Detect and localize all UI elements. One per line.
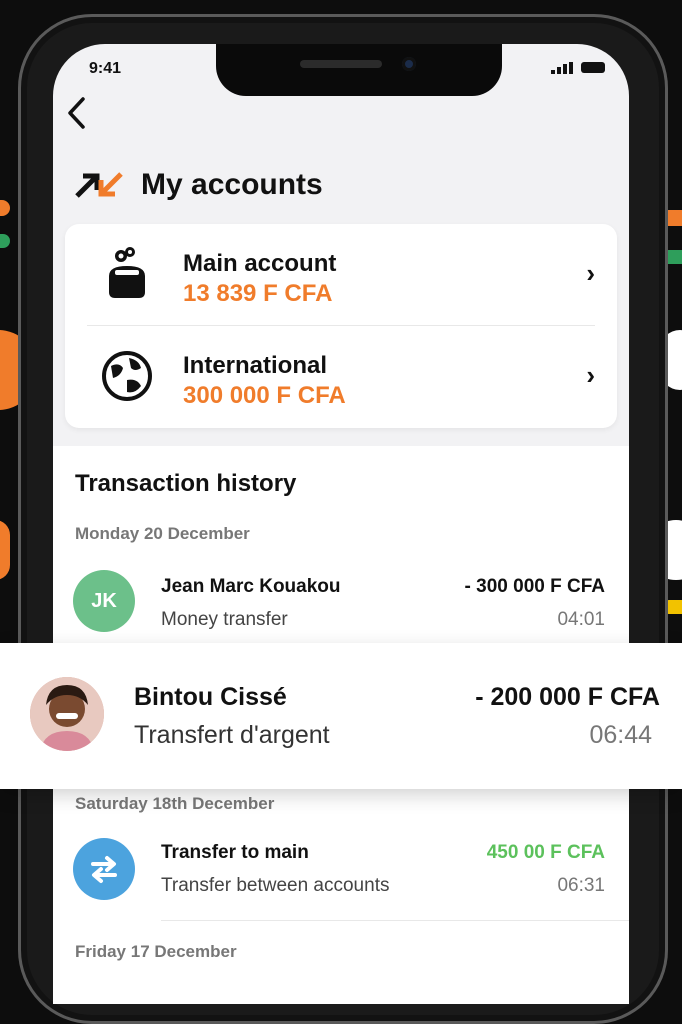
transaction-description: Transfert d'argent <box>134 721 330 749</box>
camera-icon <box>402 57 416 71</box>
section-title: Transaction history <box>75 470 297 497</box>
transaction-time: 04:01 <box>557 609 605 630</box>
transaction-amount: - 200 000 F CFA <box>475 683 660 711</box>
avatar: JK <box>73 570 135 632</box>
transaction-name: Bintou Cissé <box>134 683 287 711</box>
highlighted-transaction[interactable]: Bintou Cissé Transfert d'argent - 200 00… <box>0 643 682 789</box>
transaction-amount: 450 00 F CFA <box>486 842 605 863</box>
transaction-name: Transfer to main <box>161 842 309 863</box>
transaction-description: Money transfer <box>161 609 288 630</box>
date-header: Saturday 18th December <box>75 794 275 813</box>
account-international[interactable]: International 300 000 F CFA › <box>65 326 617 426</box>
transaction-amount: - 300 000 F CFA <box>464 576 605 597</box>
chevron-left-icon <box>68 97 85 129</box>
transfer-arrows-icon <box>75 172 123 198</box>
date-header: Friday 17 December <box>75 942 237 961</box>
transaction-time: 06:44 <box>589 721 652 749</box>
account-main[interactable]: Main account 13 839 F CFA › <box>65 224 617 324</box>
account-name: Main account <box>183 250 337 277</box>
transaction-description: Transfer between accounts <box>161 875 390 896</box>
account-name: International <box>183 352 328 379</box>
speaker <box>300 60 382 68</box>
status-time: 9:41 <box>89 60 122 77</box>
transaction-time: 06:31 <box>557 875 605 896</box>
accounts-card: Main account 13 839 F CFA › Internationa… <box>65 224 617 428</box>
back-button[interactable] <box>65 96 87 136</box>
divider <box>161 920 629 921</box>
account-balance: 300 000 F CFA <box>183 382 346 409</box>
globe-icon <box>102 351 152 401</box>
app-screen: 9:41 My accounts Main account 13 839 F C… <box>53 44 629 1004</box>
chevron-right-icon: › <box>586 360 595 390</box>
page-title: My accounts <box>141 168 323 201</box>
chevron-right-icon: › <box>586 258 595 288</box>
account-balance: 13 839 F CFA <box>183 280 333 307</box>
wallet-icon <box>109 247 145 298</box>
signal-icon <box>551 62 573 74</box>
battery-icon <box>581 62 605 73</box>
transfer-icon <box>73 838 135 900</box>
avatar <box>30 677 104 751</box>
phone-notch <box>216 44 502 96</box>
transaction-name: Jean Marc Kouakou <box>161 576 341 597</box>
date-header: Monday 20 December <box>75 524 250 543</box>
page-header: My accounts <box>73 168 323 202</box>
